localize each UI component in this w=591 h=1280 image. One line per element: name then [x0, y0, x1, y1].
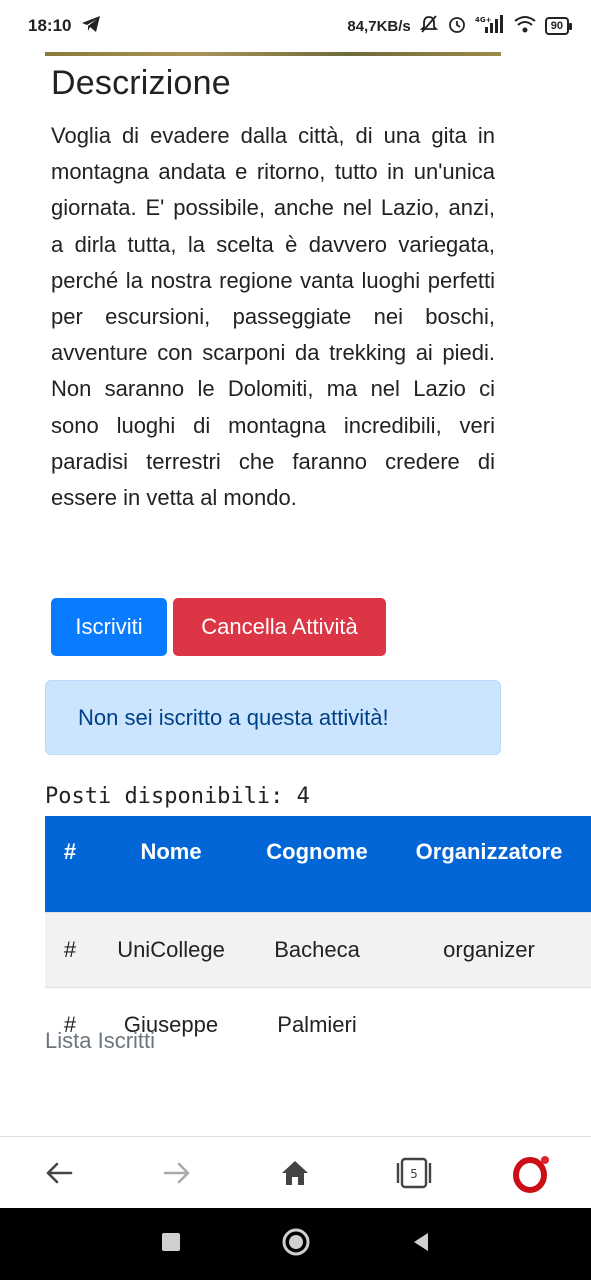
opera-icon — [512, 1155, 549, 1193]
network-speed: 84,7KB/s — [347, 17, 411, 35]
not-subscribed-alert: Non sei iscritto a questa attività! — [45, 680, 501, 755]
cancel-activity-button[interactable]: Cancella Attività — [173, 598, 386, 656]
table-cell: # — [45, 911, 95, 987]
hero-image-edge — [45, 52, 501, 56]
table-cell: UniCollege — [95, 911, 247, 987]
alarm-icon — [447, 14, 467, 38]
home-button[interactable] — [265, 1143, 325, 1203]
table-row: # UniCollege Bacheca organizer — [45, 911, 591, 987]
description-title: Descrizione — [51, 64, 231, 102]
table-cell: Palmieri — [247, 986, 387, 1062]
subscribe-button[interactable]: Iscriviti — [51, 598, 167, 656]
participants-table: # Nome Cognome Organizzatore # UniColleg… — [45, 816, 591, 1062]
tabs-icon: 5 — [396, 1157, 431, 1188]
description-text: Voglia di evadere dalla città, di una gi… — [51, 123, 495, 511]
status-bar: 18:10 84,7KB/s 4G+ 90 — [0, 0, 591, 52]
table-header-organizzatore: Organizzatore — [387, 816, 591, 912]
mute-icon — [419, 14, 439, 38]
tabs-button[interactable]: 5 — [384, 1143, 444, 1203]
participants-list-title: Lista Iscritti — [45, 1028, 156, 1053]
table-cell: organizer — [387, 911, 591, 987]
table-header-cognome: Cognome — [247, 816, 387, 912]
triangle-back-icon — [413, 1232, 428, 1251]
signal-icon: 4G+ — [475, 15, 505, 37]
status-time: 18:10 — [28, 16, 72, 35]
recents-button[interactable] — [160, 1231, 182, 1258]
forward-button[interactable] — [147, 1143, 207, 1203]
svg-text:4G+: 4G+ — [475, 16, 492, 24]
opera-menu-button[interactable] — [502, 1143, 562, 1203]
browser-nav-bar: 5 — [0, 1136, 591, 1208]
table-header-row: # Nome Cognome Organizzatore — [45, 816, 591, 912]
circle-icon — [282, 1228, 309, 1255]
wifi-icon — [513, 15, 537, 37]
system-nav-bar — [0, 1208, 591, 1280]
alert-text: Non sei iscritto a questa attività! — [78, 704, 389, 730]
home-icon — [282, 1160, 309, 1185]
battery-icon: 90 — [544, 17, 573, 35]
back-button[interactable] — [29, 1143, 89, 1203]
available-seats: Posti disponibili: 4 — [45, 784, 310, 809]
square-icon — [161, 1232, 180, 1251]
back-system-button[interactable] — [410, 1231, 432, 1258]
telegram-icon — [81, 15, 101, 38]
arrow-left-icon — [46, 1162, 73, 1183]
arrow-right-icon — [163, 1162, 190, 1183]
table-header-number: # — [45, 816, 95, 912]
table-cell: Bacheca — [247, 911, 387, 987]
table-header-nome: Nome — [95, 816, 247, 912]
table-cell — [387, 986, 591, 1062]
home-system-button[interactable] — [281, 1227, 311, 1262]
tabs-count: 5 — [410, 1167, 418, 1181]
battery-level: 90 — [550, 20, 563, 32]
